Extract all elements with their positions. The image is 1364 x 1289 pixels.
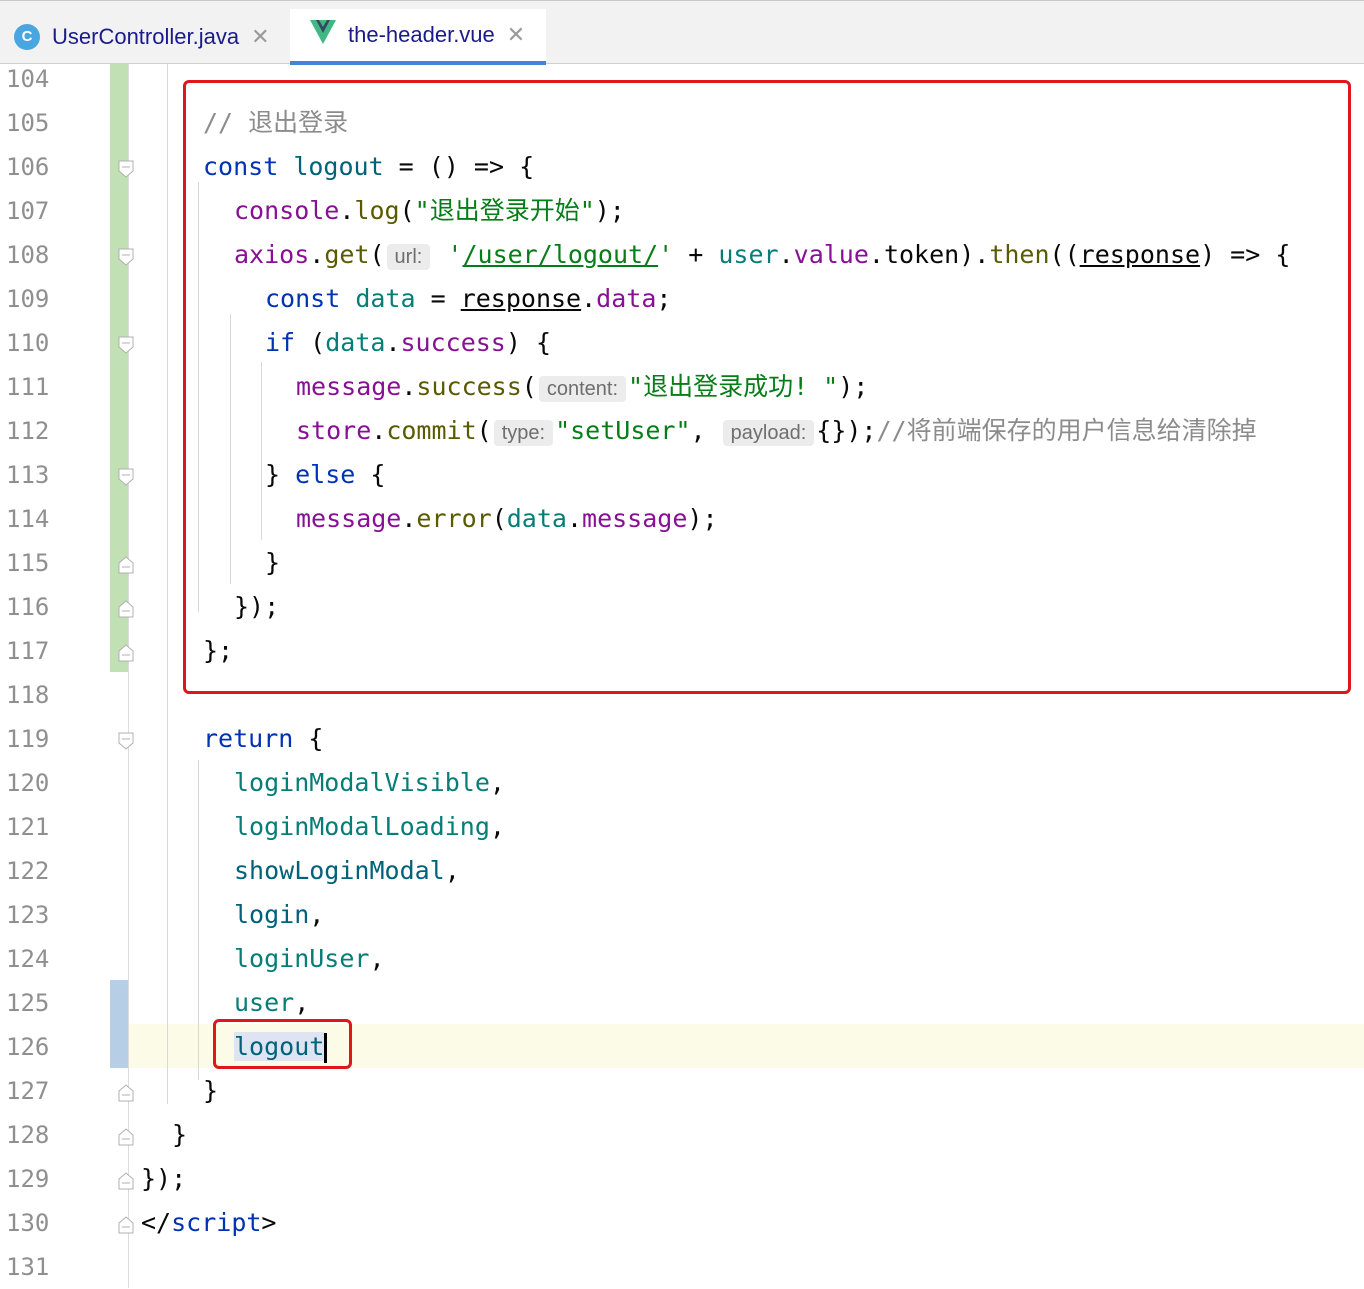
code-line-128: } (172, 1120, 188, 1149)
logout-return-highlight-box (213, 1019, 352, 1069)
close-icon[interactable]: ✕ (251, 24, 269, 50)
close-icon[interactable]: ✕ (507, 22, 525, 48)
tab-user-controller-java[interactable]: C UserController.java ✕ (14, 9, 270, 64)
vue-icon (310, 20, 336, 50)
tab-label: UserController.java (52, 23, 240, 49)
editor-tab-bar: C UserController.java ✕ the-header.vue ✕ (0, 0, 1364, 65)
code-editor[interactable]: 104 105 106 107 108 109 110 111 112 113 114 115 116 1… (0, 64, 1364, 1288)
code-line-127: } (203, 1076, 219, 1105)
code-line-120: loginModalVisible, (234, 768, 505, 797)
code-line-130: </script> (141, 1208, 277, 1237)
code-line-122: showLoginModal, (234, 856, 460, 885)
code-line-129: }); (141, 1164, 187, 1193)
tab-the-header-vue[interactable]: the-header.vue ✕ (290, 9, 546, 65)
code-line-121: loginModalLoading, (234, 812, 505, 841)
code-line-123: login, (234, 900, 325, 929)
tab-label: the-header.vue (348, 22, 495, 47)
code-line-124: loginUser, (234, 944, 385, 973)
code-line-119: return { (203, 724, 324, 753)
logout-function-highlight-box (183, 80, 1351, 694)
class-icon: C (14, 23, 40, 50)
